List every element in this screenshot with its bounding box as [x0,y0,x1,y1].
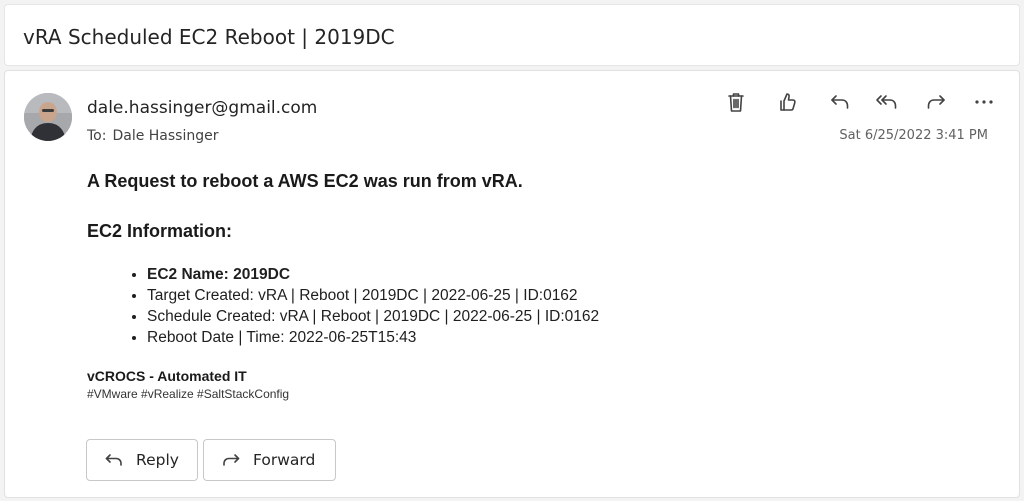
forward-button-toolbar[interactable] [921,87,951,117]
sender-address[interactable]: dale.hassinger@gmail.com [87,98,317,118]
recipient-line: To: Dale Hassinger [87,128,219,144]
reply-icon [831,95,849,109]
list-item: EC2 Name: 2019DC [147,264,987,285]
delete-button[interactable] [721,87,751,117]
forward-button[interactable]: Forward [203,439,336,481]
info-list: EC2 Name: 2019DC Target Created: vRA | R… [147,264,987,348]
list-item: Target Created: vRA | Reboot | 2019DC | … [147,285,987,306]
message-body: A Request to reboot a AWS EC2 was run fr… [87,171,987,401]
body-lead: A Request to reboot a AWS EC2 was run fr… [87,171,523,191]
reply-icon [105,454,122,466]
signature-name: vCROCS - Automated IT [87,368,247,384]
email-subject: vRA Scheduled EC2 Reboot | 2019DC [23,25,395,49]
forward-icon [927,95,945,109]
reply-button[interactable]: Reply [86,439,198,481]
like-icon [780,93,796,111]
received-date: Sat 6/25/2022 3:41 PM [839,128,988,143]
forward-label: Forward [253,451,316,469]
reply-button-toolbar[interactable] [825,87,855,117]
sender-avatar[interactable] [24,93,72,141]
list-item: Schedule Created: vRA | Reboot | 2019DC … [147,306,987,327]
recipient-name[interactable]: Dale Hassinger [112,128,218,144]
reply-all-button[interactable] [872,87,902,117]
message-card: dale.hassinger@gmail.com To: Dale Hassing… [4,70,1020,498]
section-heading: EC2 Information: [87,221,233,241]
reply-label: Reply [136,451,179,469]
forward-icon [223,454,240,466]
more-button[interactable] [969,87,999,117]
list-item: Reboot Date | Time: 2022-06-25T15:43 [147,327,987,348]
delete-icon [728,93,744,112]
more-icon [975,100,993,104]
like-button[interactable] [772,87,802,117]
subject-bar: vRA Scheduled EC2 Reboot | 2019DC [4,4,1020,66]
signature-tags: #VMware #vRealize #SaltStackConfig [87,387,290,401]
to-label: To: [87,128,107,144]
reply-all-icon [876,95,897,109]
